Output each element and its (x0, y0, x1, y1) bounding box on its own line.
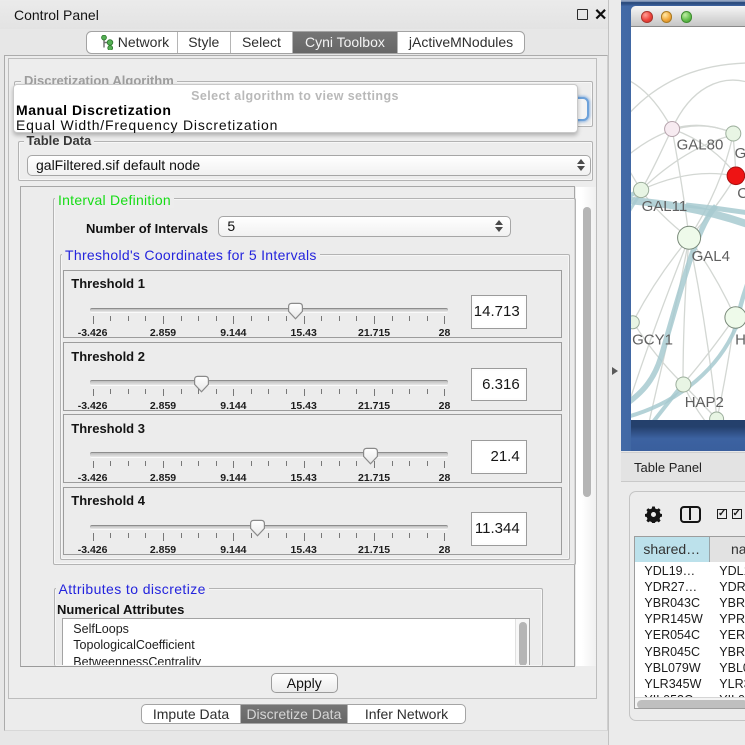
svg-text:GCY1: GCY1 (632, 332, 673, 349)
svg-text:GAL11: GAL11 (642, 198, 688, 215)
svg-text:GAL4: GAL4 (692, 248, 730, 265)
svg-text:HAP2: HAP2 (685, 394, 724, 411)
svg-text:HIS4: HIS4 (735, 332, 744, 349)
svg-text:C: C (738, 185, 745, 202)
svg-text:GA: GA (735, 145, 745, 162)
svg-text:GAL80: GAL80 (677, 137, 724, 154)
